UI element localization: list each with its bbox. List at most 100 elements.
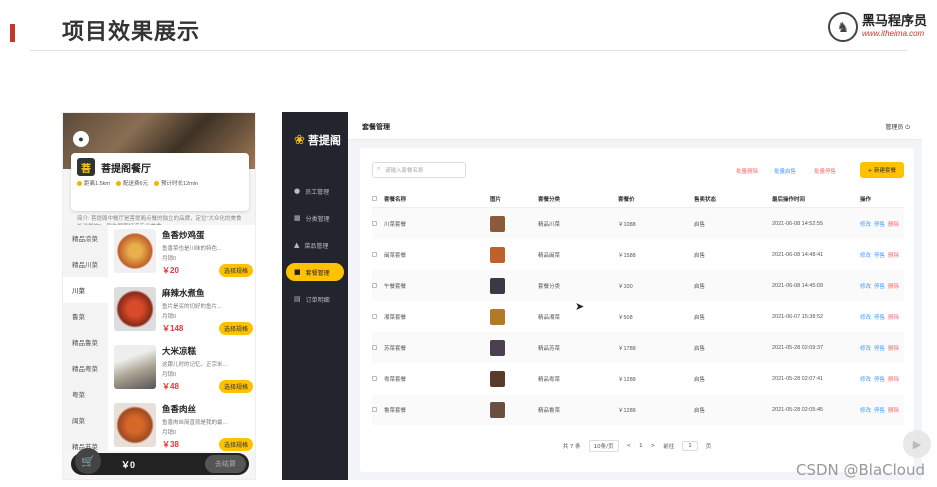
- dish-item: 鱼香炒鸡蛋 鱼香菜也是川味的特色... 月销0 ￥20 选择规格: [114, 227, 253, 285]
- choose-spec-button[interactable]: 选择规格: [218, 322, 253, 335]
- cart-icon[interactable]: 🛒: [75, 448, 101, 474]
- store-eta: 预计时长12min: [154, 179, 198, 187]
- setmeal-price: ￥1288: [618, 376, 636, 383]
- nav-label: 套餐管理: [305, 269, 330, 277]
- toggle-sale-button[interactable]: 停售: [874, 375, 885, 383]
- table-row: 午餐套餐 套餐分类 ￥100 启售 2021-06-08 14:45:09 修改…: [372, 270, 904, 301]
- delete-button[interactable]: 删除: [888, 282, 899, 290]
- row-checkbox[interactable]: [372, 221, 377, 226]
- page-size-select[interactable]: 10条/页: [588, 440, 619, 452]
- row-checkbox[interactable]: [372, 314, 377, 319]
- user-avatar-icon[interactable]: ●: [73, 131, 89, 147]
- delete-button[interactable]: 删除: [888, 313, 899, 321]
- table-row: 川菜套餐 精品川菜 ￥1088 启售 2021-06-08 14:52:55 修…: [372, 208, 904, 239]
- setmeal-category: 精品苏菜: [538, 345, 561, 352]
- batch-delete-button[interactable]: 批量删除: [736, 167, 758, 175]
- current-page[interactable]: 1: [639, 443, 643, 449]
- category-item-active[interactable]: 川菜: [63, 277, 108, 303]
- edit-button[interactable]: 修改: [860, 282, 871, 290]
- dish-sales: 月销0: [162, 430, 177, 436]
- setmeal-name: 湘菜套餐: [384, 314, 407, 321]
- category-item[interactable]: 精品凉菜: [63, 225, 108, 251]
- store-name: 菩提阁餐厅: [101, 163, 151, 175]
- table-row: 闽菜套餐 精品闽菜 ￥1588 启售 2021-06-08 14:48:41 修…: [372, 239, 904, 270]
- prev-page-button[interactable]: <: [627, 443, 632, 449]
- toggle-sale-button[interactable]: 停售: [874, 251, 885, 259]
- delete-button[interactable]: 删除: [888, 344, 899, 352]
- current-user[interactable]: 管理员 ⏻: [885, 122, 910, 132]
- edit-button[interactable]: 修改: [860, 406, 871, 414]
- play-icon[interactable]: ▶: [903, 430, 931, 458]
- category-item[interactable]: 鲁菜: [63, 303, 108, 329]
- store-delivery-fee: 配送费6元: [115, 179, 148, 187]
- setmeal-image: [490, 401, 505, 418]
- toggle-sale-button[interactable]: 停售: [874, 344, 885, 352]
- delete-button[interactable]: 删除: [888, 375, 899, 383]
- setmeal-image: [490, 370, 505, 387]
- select-all-checkbox[interactable]: [372, 196, 377, 201]
- toggle-sale-button[interactable]: 停售: [874, 282, 885, 290]
- toggle-sale-button[interactable]: 停售: [874, 313, 885, 321]
- admin-topbar: 套餐管理 管理员 ⏻: [348, 112, 922, 140]
- col-header: 售卖状态: [694, 196, 717, 203]
- delete-button[interactable]: 删除: [888, 251, 899, 259]
- nav-item-setmeals[interactable]: ■ 套餐管理: [286, 263, 344, 281]
- col-header: 套餐分类: [538, 196, 561, 203]
- row-checkbox[interactable]: [372, 252, 377, 257]
- category-item[interactable]: 闽菜: [63, 407, 108, 433]
- checkout-button[interactable]: 去结算: [205, 455, 246, 473]
- row-checkbox[interactable]: [372, 407, 377, 412]
- row-checkbox[interactable]: [372, 283, 377, 288]
- table-row: 苏菜套餐 精品苏菜 ￥1788 启售 2021-05-28 02:09:37 修…: [372, 332, 904, 363]
- bag-icon: ■: [294, 268, 301, 276]
- edit-button[interactable]: 修改: [860, 344, 871, 352]
- edit-button[interactable]: 修改: [860, 251, 871, 259]
- table-row: 鲁菜套餐 精品鲁菜 ￥1288 启售 2021-05-28 02:05:45 修…: [372, 394, 904, 425]
- setmeal-status: 启售: [694, 407, 706, 414]
- toggle-sale-button[interactable]: 停售: [874, 220, 885, 228]
- edit-button[interactable]: 修改: [860, 220, 871, 228]
- col-header: 套餐价: [618, 196, 635, 203]
- choose-spec-button[interactable]: 选择规格: [218, 264, 253, 277]
- category-item[interactable]: 粤菜: [63, 381, 108, 407]
- setmeal-time: 2021-05-28 02:09:37: [772, 344, 824, 351]
- nav-label: 订单明细: [305, 296, 330, 304]
- toggle-sale-button[interactable]: 停售: [874, 406, 885, 414]
- delete-button[interactable]: 删除: [888, 220, 899, 228]
- edit-button[interactable]: 修改: [860, 375, 871, 383]
- nav-item-orders[interactable]: ▤ 订单明细: [286, 290, 344, 308]
- edit-button[interactable]: 修改: [860, 313, 871, 321]
- category-item[interactable]: 精品粤菜: [63, 355, 108, 381]
- logout-icon[interactable]: ⏻: [905, 124, 910, 131]
- nav-item-dishes[interactable]: ▲ 菜品管理: [286, 236, 344, 254]
- category-item[interactable]: 精品川菜: [63, 251, 108, 277]
- delete-button[interactable]: 删除: [888, 406, 899, 414]
- new-setmeal-button[interactable]: + 新建套餐: [859, 162, 904, 178]
- choose-spec-button[interactable]: 选择规格: [218, 380, 253, 393]
- category-item[interactable]: 精品鲁菜: [63, 329, 108, 355]
- setmeal-category: 精品粤菜: [538, 376, 561, 383]
- col-header: 最后操作时间: [772, 196, 806, 203]
- row-checkbox[interactable]: [372, 345, 377, 350]
- choose-spec-button[interactable]: 选择规格: [218, 438, 253, 451]
- slide-accent-bar: [10, 24, 15, 42]
- setmeal-time: 2021-06-08 14:48:41: [772, 251, 824, 258]
- admin-logo-text: 菩提阁: [307, 134, 341, 147]
- row-checkbox[interactable]: [372, 376, 377, 381]
- dish-item: 麻辣水煮鱼 鱼片是买的切好的鱼片... 月销0 ￥148 选择规格: [114, 285, 253, 343]
- logo-mark-icon: ❀: [294, 132, 305, 148]
- setmeal-time: 2021-06-08 14:45:09: [772, 282, 824, 289]
- batch-disable-button[interactable]: 批量停售: [814, 167, 836, 175]
- nav-item-categories[interactable]: ▦ 分类管理: [286, 209, 344, 227]
- nav-label: 分类管理: [305, 215, 330, 223]
- slide-divider: [30, 50, 907, 51]
- setmeal-image: [490, 339, 505, 356]
- search-input[interactable]: ⌕ 请输入套餐名称: [372, 162, 466, 178]
- next-page-button[interactable]: >: [651, 443, 656, 449]
- batch-enable-button[interactable]: 批量启售: [774, 167, 796, 175]
- store-logo-icon: 菩: [77, 158, 95, 176]
- pagination: 共 7 条 10条/页 < 1 > 前往 1 页: [360, 440, 914, 452]
- nav-item-employees[interactable]: ● 员工管理: [286, 182, 344, 200]
- search-icon: ⌕: [377, 166, 381, 172]
- page-jump-input[interactable]: 1: [682, 441, 698, 451]
